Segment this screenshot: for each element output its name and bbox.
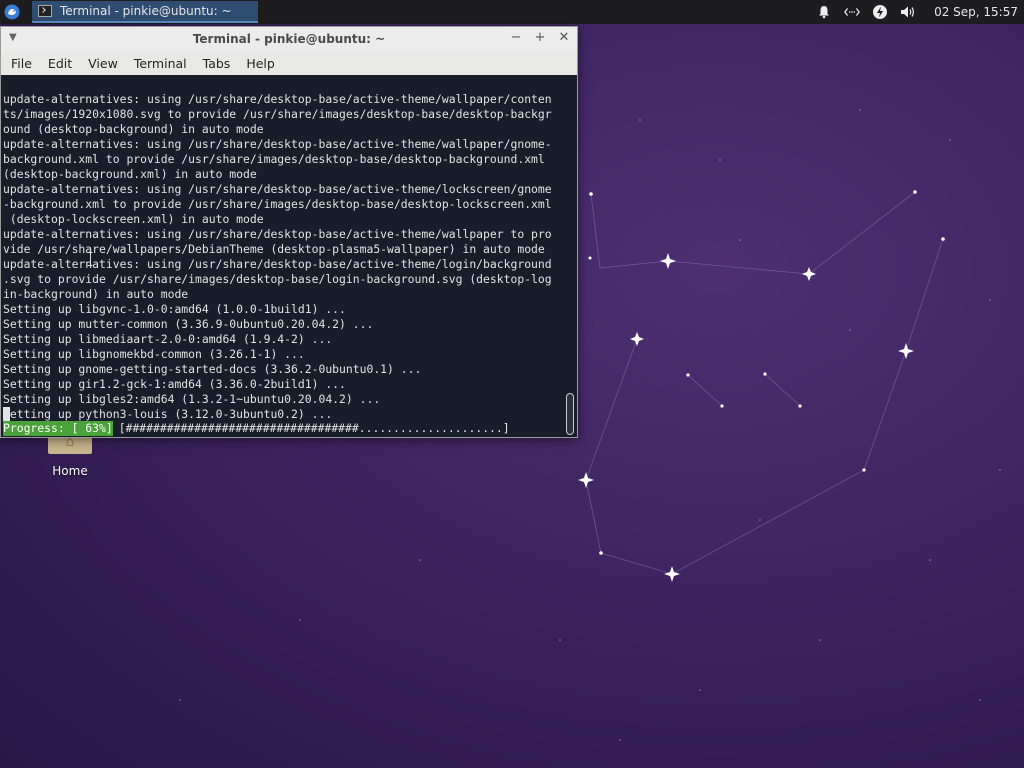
terminal-area[interactable]: update-alternatives: using /usr/share/de… [1,75,577,437]
taskbar-terminal-button[interactable]: Terminal - pinkie@ubuntu: ~ [32,1,258,23]
progress-line: Progress: [ 63%] [######################… [3,421,510,436]
notification-bell-icon[interactable] [816,4,832,20]
terminal-line: (desktop-lockscreen.xml) in auto mode [3,212,264,226]
terminal-line: ts/images/1920x1080.svg to provide /usr/… [3,107,552,121]
window-title: Terminal - pinkie@ubuntu: ~ [192,32,386,46]
minimize-icon[interactable]: − [509,30,523,45]
constellation-stars [588,190,945,555]
whisker-menu-button[interactable] [0,0,24,24]
power-icon[interactable] [872,4,888,20]
terminal-line: .svg to provide /usr/share/images/deskto… [3,272,552,286]
terminal-line: ound (desktop-background) in auto mode [3,122,264,136]
menu-file[interactable]: File [3,56,40,71]
network-icon[interactable] [844,4,860,20]
maximize-icon[interactable]: + [533,30,547,45]
top-panel: Terminal - pinkie@ubuntu: ~ 02 Sep, 15:5… [0,0,1024,24]
terminal-line: update-alternatives: using /usr/share/de… [3,137,552,151]
system-tray: 02 Sep, 15:57 [816,0,1024,24]
terminal-icon [38,5,52,17]
menu-help[interactable]: Help [238,56,283,71]
menu-tabs[interactable]: Tabs [195,56,239,71]
terminal-line: (desktop-background.xml) in auto mode [3,167,257,181]
terminal-line: Setting up libgles2:amd64 (1.3.2-1~ubunt… [3,392,381,406]
progress-bar-text: [##################################.....… [118,421,510,435]
close-icon[interactable]: ✕ [557,30,571,45]
xfce-mouse-icon [4,4,20,20]
terminal-line: Setting up python3-louis (3.12.0-3ubuntu… [3,407,333,421]
terminal-line: Setting up gnome-getting-started-docs (3… [3,362,422,376]
window-menu-icon[interactable]: ▼ [9,32,17,43]
window-controls: − + ✕ [509,30,571,45]
scrollbar-thumb[interactable] [566,393,574,435]
terminal-line: Setting up mutter-common (3.36.9-0ubuntu… [3,317,374,331]
menu-bar: File Edit View Terminal Tabs Help [1,51,577,75]
terminal-output: update-alternatives: using /usr/share/de… [3,77,565,422]
constellation-lines [585,191,944,575]
terminal-line: in-background) in auto mode [3,287,189,301]
mouse-ibeam-cursor [87,252,93,266]
terminal-line: update-alternatives: using /usr/share/de… [3,92,552,106]
terminal-line: update-alternatives: using /usr/share/de… [3,182,552,196]
menu-edit[interactable]: Edit [40,56,80,71]
terminal-cursor [3,407,10,421]
menu-terminal[interactable]: Terminal [126,56,195,71]
panel-clock[interactable]: 02 Sep, 15:57 [934,5,1018,19]
terminal-line: update-alternatives: using /usr/share/de… [3,227,552,241]
progress-label: Progress: [ 63%] [3,421,113,436]
window-titlebar[interactable]: ▼ Terminal - pinkie@ubuntu: ~ − + ✕ [1,27,577,51]
menu-view[interactable]: View [80,56,126,71]
terminal-line: Setting up gir1.2-gck-1:amd64 (3.36.0-2b… [3,377,346,391]
terminal-scrollbar[interactable] [566,77,574,435]
taskbar-terminal-label: Terminal - pinkie@ubuntu: ~ [60,4,232,18]
bright-stars [578,253,914,582]
volume-icon[interactable] [900,4,916,20]
terminal-line: Setting up libgnomekbd-common (3.26.1-1)… [3,347,305,361]
terminal-line: Setting up libmediaart-2.0-0:amd64 (1.9.… [3,332,333,346]
terminal-line: Setting up libgvnc-1.0-0:amd64 (1.0.0-1b… [3,302,346,316]
terminal-window: ▼ Terminal - pinkie@ubuntu: ~ − + ✕ File… [0,26,578,438]
terminal-line: -background.xml to provide /usr/share/im… [3,197,552,211]
terminal-line: background.xml to provide /usr/share/ima… [3,152,545,166]
desktop-home-label: Home [52,464,88,478]
